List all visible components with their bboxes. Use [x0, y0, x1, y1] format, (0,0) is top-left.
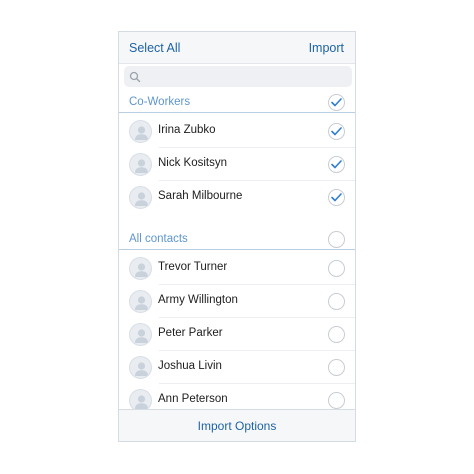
- search-bar[interactable]: [124, 66, 352, 87]
- contact-name: Peter Parker: [158, 327, 223, 339]
- avatar: [129, 323, 152, 346]
- avatar: [129, 356, 152, 379]
- person-icon: [135, 296, 148, 310]
- contact-row[interactable]: Army Willington: [119, 285, 355, 318]
- bottom-bar: Import Options: [119, 409, 355, 441]
- avatar: [129, 120, 152, 143]
- section-checkbox-coworkers[interactable]: [328, 94, 345, 111]
- person-icon: [135, 329, 148, 343]
- top-bar: Select All Import: [119, 32, 355, 64]
- person-icon: [135, 126, 148, 140]
- contact-name: Trevor Turner: [158, 261, 228, 273]
- person-icon: [135, 263, 148, 277]
- contact-checkbox[interactable]: [328, 359, 345, 376]
- contact-checkbox[interactable]: [328, 123, 345, 140]
- contact-checkbox[interactable]: [328, 189, 345, 206]
- contact-row[interactable]: Nick Kositsyn: [119, 148, 355, 181]
- checkmark-icon: [331, 127, 342, 136]
- search-icon: [129, 70, 141, 83]
- contact-row[interactable]: Peter Parker: [119, 318, 355, 351]
- checkmark-icon: [331, 193, 342, 202]
- contact-row[interactable]: Irina Zubko: [119, 115, 355, 148]
- person-icon: [135, 192, 148, 206]
- select-all-button[interactable]: Select All: [129, 41, 180, 55]
- contact-name: Ann Peterson: [158, 393, 228, 405]
- section-title: Co-Workers: [129, 96, 191, 108]
- contacts-import-screen: Select All Import Co-Workers Irina Zubko…: [118, 31, 356, 442]
- avatar: [129, 153, 152, 176]
- checkmark-icon: [331, 98, 342, 107]
- contact-checkbox[interactable]: [328, 260, 345, 277]
- contact-checkbox[interactable]: [328, 293, 345, 310]
- person-icon: [135, 362, 148, 376]
- person-icon: [135, 159, 148, 173]
- contact-name: Joshua Livin: [158, 360, 222, 372]
- contact-name: Army Willington: [158, 294, 238, 306]
- contact-name: Nick Kositsyn: [158, 157, 228, 169]
- avatar: [129, 186, 152, 209]
- section-header-coworkers: Co-Workers: [119, 93, 355, 113]
- search-input[interactable]: [144, 68, 344, 85]
- contact-row[interactable]: Trevor Turner: [119, 252, 355, 285]
- section-title: All contacts: [129, 233, 188, 245]
- contact-row[interactable]: Joshua Livin: [119, 351, 355, 384]
- contact-name: Sarah Milbourne: [158, 190, 243, 202]
- contact-checkbox[interactable]: [328, 326, 345, 343]
- import-button[interactable]: Import: [309, 41, 344, 55]
- avatar: [129, 257, 152, 280]
- section-header-all-contacts: All contacts: [119, 230, 355, 250]
- import-options-button[interactable]: Import Options: [119, 419, 355, 433]
- contact-row[interactable]: Sarah Milbourne: [119, 181, 355, 214]
- checkmark-icon: [331, 160, 342, 169]
- contact-name: Irina Zubko: [158, 124, 216, 136]
- section-checkbox-all-contacts[interactable]: [328, 231, 345, 248]
- contact-checkbox[interactable]: [328, 156, 345, 173]
- avatar: [129, 290, 152, 313]
- contact-checkbox[interactable]: [328, 392, 345, 409]
